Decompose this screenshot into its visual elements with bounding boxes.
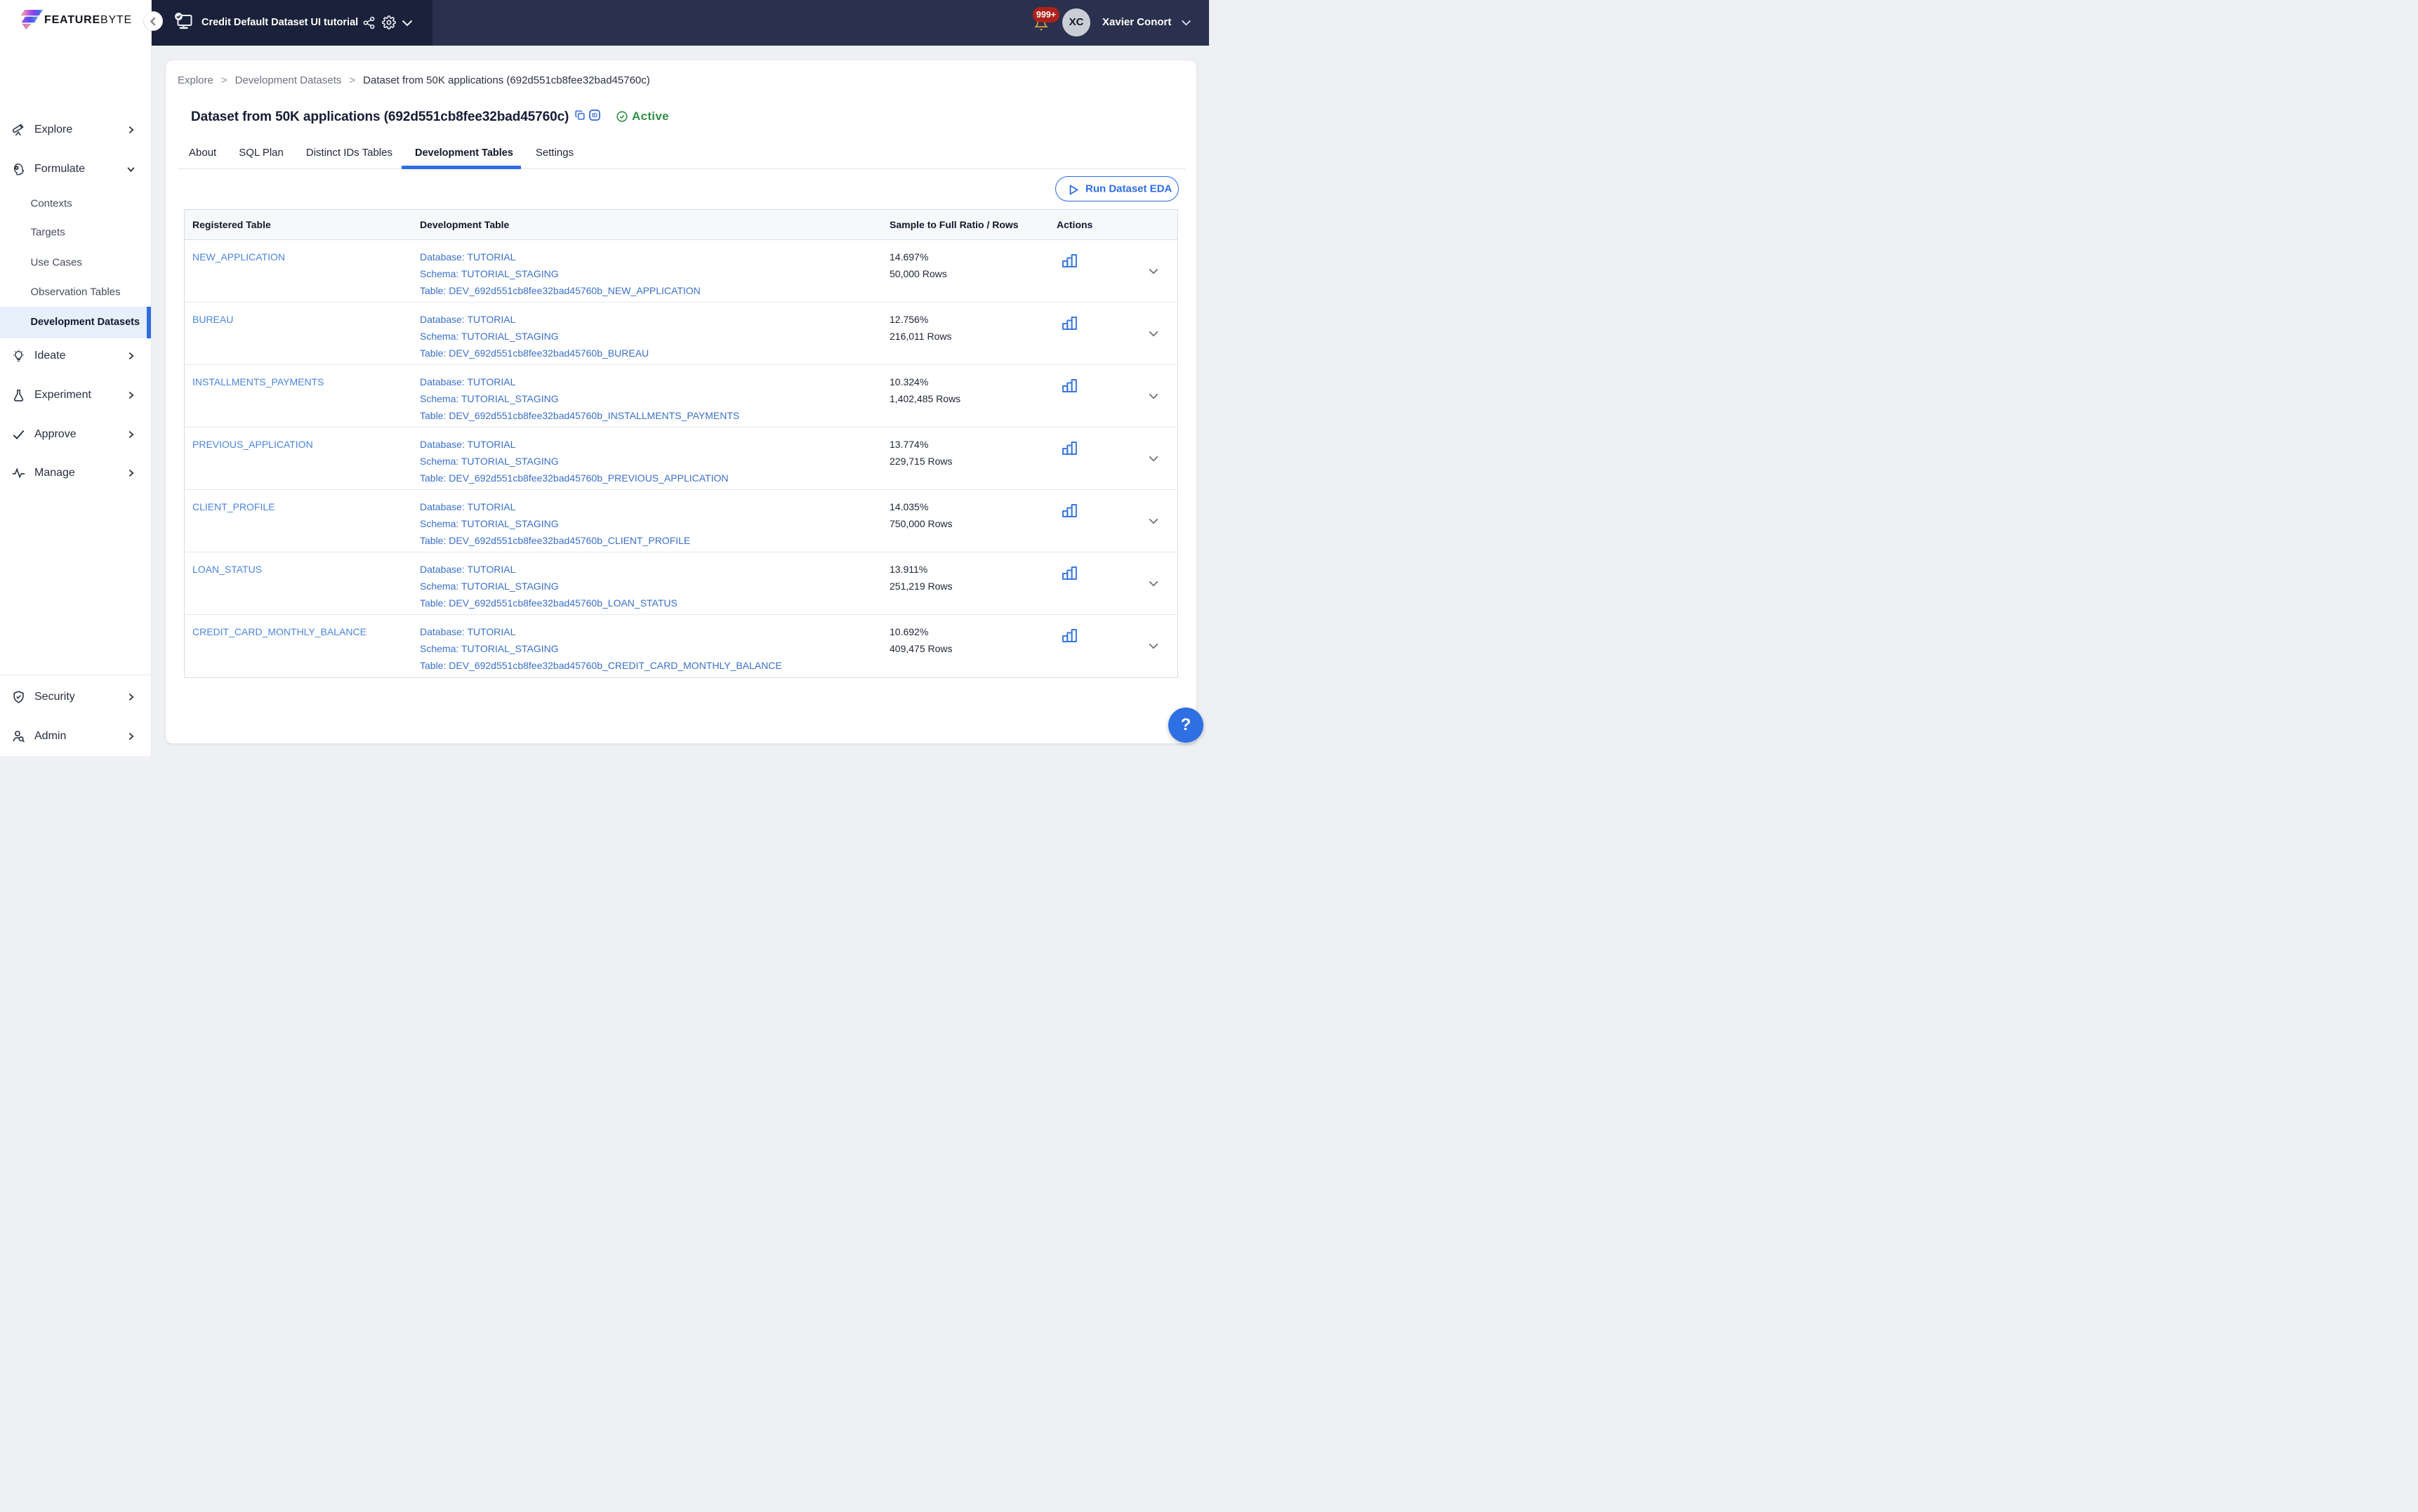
svg-text:ID: ID [592, 112, 597, 119]
